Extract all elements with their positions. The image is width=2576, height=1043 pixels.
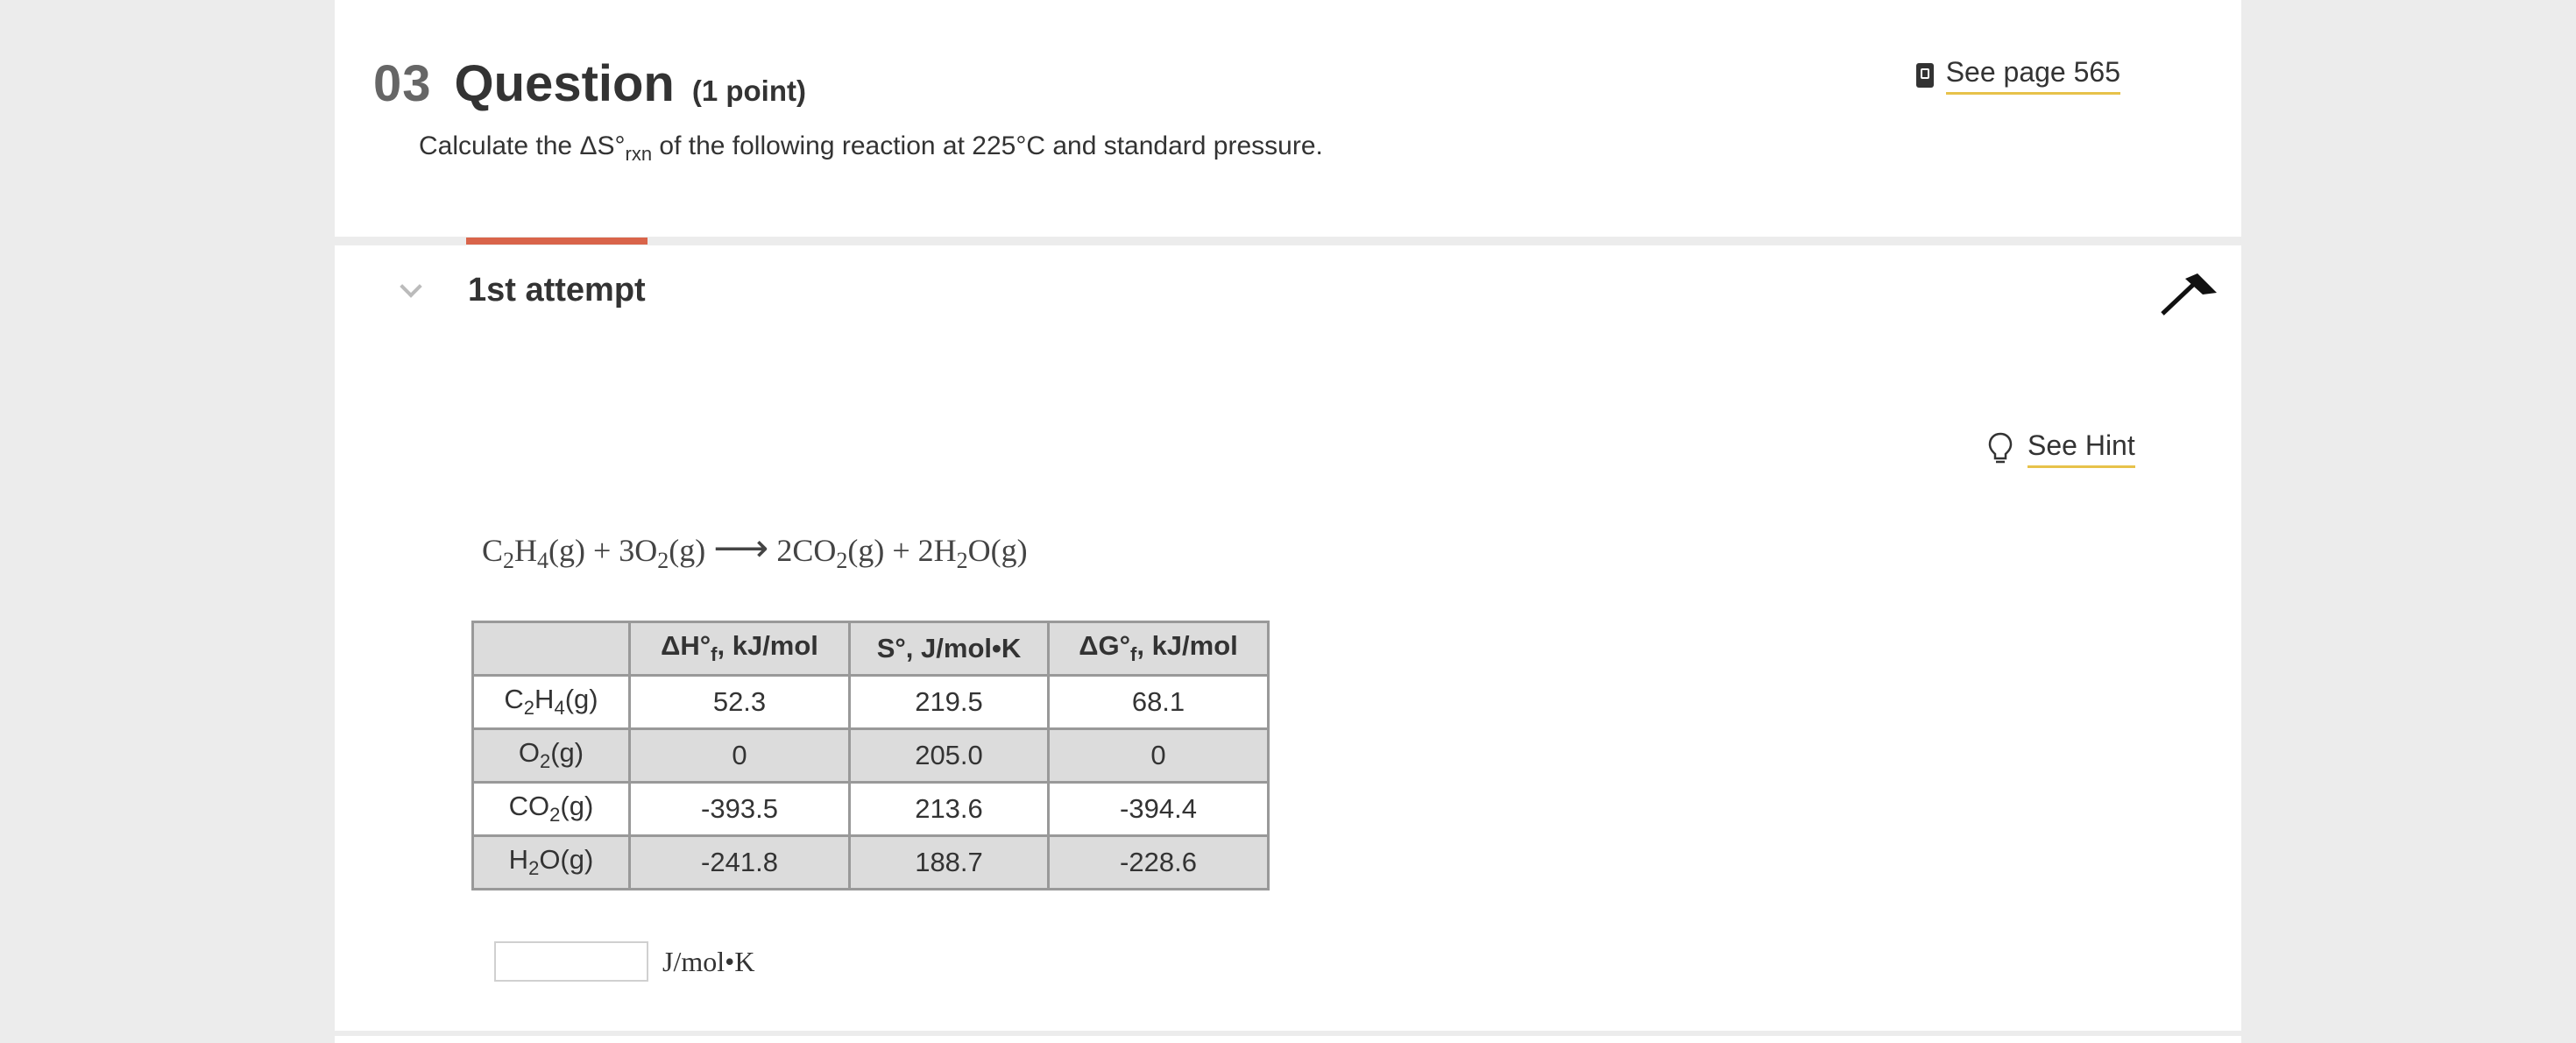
attempt-tab-accent: [466, 238, 648, 245]
species-text: H: [534, 684, 555, 715]
dg-cell: -394.4: [1047, 781, 1270, 837]
reaction-arrow: ⟶: [713, 527, 769, 570]
lightbulb-icon: [1988, 432, 2013, 464]
see-hint-link[interactable]: See Hint: [1987, 429, 2135, 468]
table-row: O2(g) 0 205.0 0: [471, 727, 1270, 784]
dh-cell: 0: [628, 727, 851, 784]
table-header-s: S°, J/mol•K: [848, 621, 1050, 677]
species-sub: 2: [528, 857, 540, 880]
species-cell: CO2(g): [471, 781, 631, 837]
prompt-text-post: of the following reaction at 225°C and s…: [652, 131, 1323, 160]
eq-text: O(g): [967, 533, 1028, 568]
eq-sub: 2: [836, 548, 848, 574]
eq-text: (g): [669, 533, 706, 568]
eq-text: 2CO: [776, 533, 837, 568]
s-cell: 219.5: [848, 674, 1050, 730]
species-sub: 4: [554, 697, 565, 720]
eq-sub: 4: [537, 548, 549, 574]
question-points: (1 point): [691, 74, 806, 107]
species-text: (g): [560, 791, 594, 822]
dg-cell: -228.6: [1047, 834, 1270, 890]
species-sub: 2: [549, 804, 561, 827]
dg-cell: 0: [1047, 727, 1270, 784]
table-header-empty: [471, 621, 631, 677]
eq-text: (g) + 3O: [548, 533, 658, 568]
species-text: (g): [564, 684, 598, 715]
question-card: 03 Question (1 point) Calculate the ΔS°r…: [335, 0, 2241, 1043]
reaction-equation: C2H4(g) + 3O2(g) ⟶ 2CO2(g) + 2H2O(g): [482, 526, 1028, 574]
question-header: 03 Question (1 point): [373, 54, 806, 113]
answer-row: J/mol•K: [494, 941, 754, 982]
dh-cell: 52.3: [628, 674, 851, 730]
table-header-dg: ΔG°f, kJ/mol: [1047, 621, 1270, 677]
table-header-row: ΔH°f, kJ/mol S°, J/mol•K ΔG°f, kJ/mol: [471, 621, 1270, 677]
species-text: CO: [508, 791, 550, 822]
see-hint-label[interactable]: See Hint: [2028, 429, 2135, 468]
prompt-subscript: rxn: [625, 143, 653, 165]
table-row: C2H4(g) 52.3 219.5 68.1: [471, 674, 1270, 730]
header-text: , kJ/mol: [717, 630, 818, 662]
dh-cell: -241.8: [628, 834, 851, 890]
thermo-data-table: ΔH°f, kJ/mol S°, J/mol•K ΔG°f, kJ/mol C2…: [471, 621, 1270, 890]
eq-text: H: [514, 533, 538, 568]
species-text: O(g): [539, 844, 594, 876]
chevron-down-icon[interactable]: [400, 275, 422, 298]
eq-sub: 2: [503, 548, 515, 574]
species-text: H: [508, 844, 529, 876]
s-cell: 213.6: [848, 781, 1050, 837]
species-text: O: [518, 737, 540, 769]
table-header-dh: ΔH°f, kJ/mol: [628, 621, 851, 677]
see-page-link[interactable]: See page 565: [1915, 56, 2120, 95]
dg-cell: 68.1: [1047, 674, 1270, 730]
species-sub: 2: [539, 750, 551, 773]
s-cell: 188.7: [848, 834, 1050, 890]
species-text: C: [504, 684, 524, 715]
species-sub: 2: [523, 697, 535, 720]
question-number: 03: [373, 55, 432, 112]
prompt-text-pre: Calculate the ΔS°: [419, 131, 626, 160]
question-prompt: Calculate the ΔS°rxn of the following re…: [419, 131, 1323, 166]
eq-text: C: [482, 533, 504, 568]
answer-input[interactable]: [494, 941, 648, 982]
eq-sub: 2: [657, 548, 669, 574]
table-row: CO2(g) -393.5 213.6 -394.4: [471, 781, 1270, 837]
question-title: Question: [454, 55, 675, 112]
eq-sub: 2: [956, 548, 968, 574]
book-icon: [1915, 63, 1934, 88]
header-text: ΔH°: [661, 630, 711, 662]
eq-text: (g) + 2H: [847, 533, 957, 568]
header-text: , kJ/mol: [1136, 630, 1238, 662]
see-page-label[interactable]: See page 565: [1945, 56, 2120, 95]
species-cell: C2H4(g): [471, 674, 631, 730]
species-cell: H2O(g): [471, 834, 631, 890]
header-text: ΔG°: [1079, 630, 1131, 662]
answer-unit: J/mol•K: [662, 945, 755, 977]
table-row: H2O(g) -241.8 188.7 -228.6: [471, 834, 1270, 890]
dh-cell: -393.5: [628, 781, 851, 837]
attempt-title[interactable]: 1st attempt: [468, 272, 646, 309]
s-cell: 205.0: [848, 727, 1050, 784]
species-cell: O2(g): [471, 727, 631, 784]
flag-icon[interactable]: [2159, 272, 2220, 317]
species-text: (g): [550, 737, 584, 769]
bottom-divider: [335, 1031, 2241, 1036]
